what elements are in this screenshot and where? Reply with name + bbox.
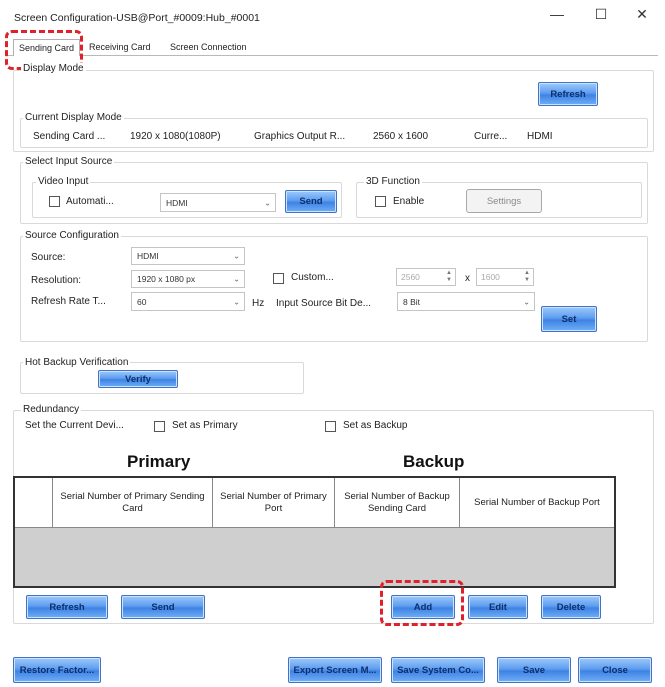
- automatic-checkbox[interactable]: [49, 196, 60, 207]
- primary-heading: Primary: [127, 452, 191, 471]
- hot-backup-label: Hot Backup Verification: [23, 357, 131, 368]
- enable-3d-label: Enable: [393, 196, 425, 207]
- delete-button[interactable]: Delete: [541, 595, 601, 619]
- window-title: Screen Configuration-USB@Port_#0009:Hub_…: [14, 12, 260, 24]
- 3d-function-label: 3D Function: [364, 176, 422, 187]
- resolution-select-value: 1920 x 1080 px: [137, 274, 196, 284]
- send-input-button[interactable]: Send: [285, 190, 337, 213]
- redundancy-refresh-button[interactable]: Refresh: [26, 595, 108, 619]
- current-source-label: Curre...: [474, 131, 508, 142]
- source-label: Source:: [31, 252, 66, 263]
- refresh-display-button[interactable]: Refresh: [538, 82, 598, 106]
- custom-width-value: 2560: [401, 272, 420, 282]
- close-button[interactable]: Close: [578, 657, 652, 683]
- save-button[interactable]: Save: [497, 657, 571, 683]
- resolution-select[interactable]: 1920 x 1080 px ⌄: [131, 270, 245, 288]
- chevron-down-icon: ⌄: [233, 297, 240, 306]
- bit-depth-select[interactable]: 8 Bit ⌄: [397, 292, 535, 311]
- video-input-select-value: HDMI: [166, 197, 188, 208]
- redundancy-label: Redundancy: [21, 404, 82, 415]
- column-header-primary-port[interactable]: Serial Number of Primary Port: [213, 478, 335, 528]
- sending-card-res-label: Sending Card ...: [33, 131, 106, 142]
- graphics-output-label: Graphics Output R...: [254, 131, 346, 142]
- column-header-backup-sending-card[interactable]: Serial Number of Backup Sending Card: [335, 478, 460, 528]
- set-current-device-label: Set the Current Devi...: [25, 420, 124, 431]
- close-icon[interactable]: ✕: [630, 6, 654, 23]
- chevron-down-icon: ⌄: [523, 297, 530, 306]
- source-select[interactable]: HDMI ⌄: [131, 247, 245, 265]
- row-header-column: [15, 478, 53, 528]
- video-input-select[interactable]: HDMI ⌄: [160, 193, 276, 212]
- enable-3d-checkbox[interactable]: [375, 196, 386, 207]
- set-as-primary-label: Set as Primary: [172, 420, 238, 431]
- source-config-label: Source Configuration: [23, 230, 121, 241]
- redundancy-table: Serial Number of Primary Sending Card Se…: [13, 476, 616, 588]
- chevron-down-icon: ⌄: [233, 274, 240, 284]
- minimize-icon[interactable]: —: [545, 6, 569, 22]
- custom-height-value: 1600: [481, 272, 500, 282]
- current-display-mode-label: Current Display Mode: [23, 112, 124, 123]
- chevron-down-icon: ⌄: [233, 251, 240, 261]
- set-as-primary-checkbox[interactable]: [154, 421, 165, 432]
- source-select-value: HDMI: [137, 251, 159, 261]
- spinner-arrows-icon: ▲ ▼: [446, 270, 452, 283]
- refresh-rate-select[interactable]: 60 ⌄: [131, 292, 245, 311]
- redundancy-send-button[interactable]: Send: [121, 595, 205, 619]
- maximize-icon[interactable]: ☐: [589, 6, 613, 23]
- chevron-down-icon: ⌄: [264, 198, 271, 207]
- sending-card-res-value: 1920 x 1080(1080P): [130, 131, 221, 142]
- custom-resolution-checkbox[interactable]: [273, 273, 284, 284]
- resolution-label: Resolution:: [31, 275, 82, 286]
- bit-depth-select-value: 8 Bit: [403, 296, 421, 307]
- backup-heading: Backup: [403, 452, 465, 471]
- verify-button[interactable]: Verify: [98, 370, 178, 388]
- highlight-add-button: [380, 580, 464, 626]
- custom-resolution-label: Custom...: [291, 272, 334, 283]
- save-system-config-button[interactable]: Save System Co...: [391, 657, 485, 683]
- refresh-rate-label: Refresh Rate T...: [31, 296, 106, 307]
- automatic-label: Automati...: [66, 196, 114, 207]
- custom-height-stepper[interactable]: 1600 ▲ ▼: [476, 268, 534, 286]
- set-source-button[interactable]: Set: [541, 306, 597, 332]
- bit-depth-label: Input Source Bit De...: [276, 298, 372, 309]
- tab-receiving-card[interactable]: Receiving Card: [84, 39, 156, 56]
- restore-factory-button[interactable]: Restore Factor...: [13, 657, 101, 683]
- custom-width-stepper[interactable]: 2560 ▲ ▼: [396, 268, 456, 286]
- display-mode-label: Display Mode: [21, 63, 86, 74]
- resolution-x-separator: x: [465, 273, 470, 284]
- spinner-arrows-icon: ▲ ▼: [524, 270, 530, 283]
- current-source-value: HDMI: [527, 131, 553, 142]
- column-header-backup-port[interactable]: Serial Number of Backup Port: [460, 478, 614, 528]
- hz-unit-label: Hz: [252, 298, 265, 309]
- edit-button[interactable]: Edit: [468, 595, 528, 619]
- 3d-settings-button[interactable]: Settings: [466, 189, 542, 213]
- set-as-backup-label: Set as Backup: [343, 420, 408, 431]
- refresh-rate-select-value: 60: [137, 296, 147, 307]
- graphics-output-value: 2560 x 1600: [373, 131, 429, 142]
- export-screen-button[interactable]: Export Screen M...: [288, 657, 382, 683]
- tab-screen-connection[interactable]: Screen Connection: [165, 39, 252, 56]
- video-input-label: Video Input: [36, 176, 91, 187]
- column-header-primary-sending-card[interactable]: Serial Number of Primary Sending Card: [53, 478, 213, 528]
- input-source-label: Select Input Source: [23, 156, 115, 167]
- set-as-backup-checkbox[interactable]: [325, 421, 336, 432]
